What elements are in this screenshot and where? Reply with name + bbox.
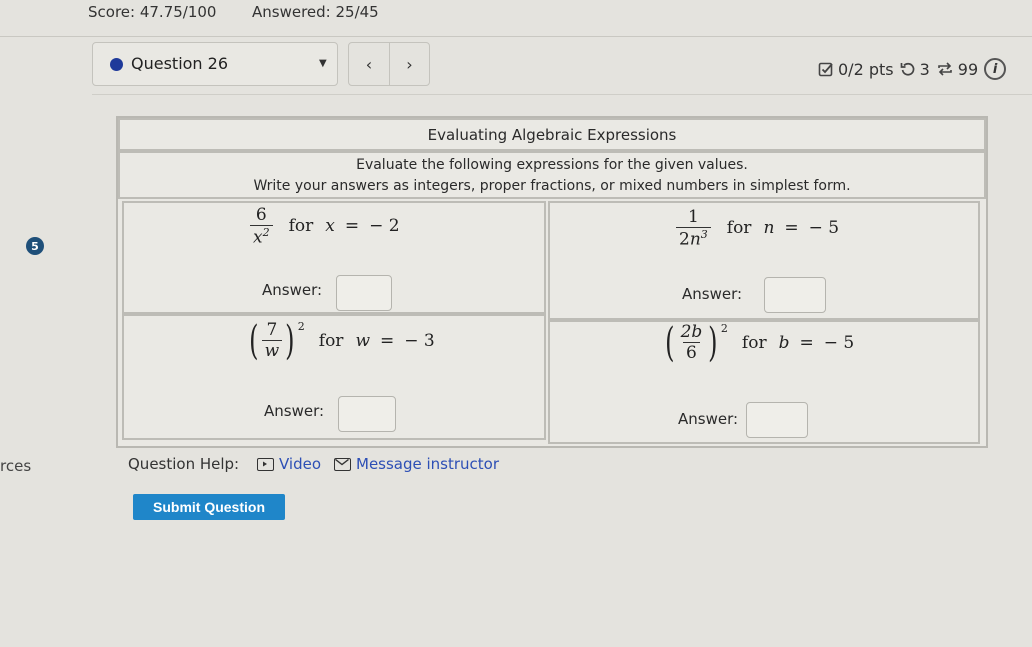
expression-3: ( 7w ) 2 for w = − 3 — [249, 317, 435, 364]
chevron-right-icon: › — [406, 54, 413, 74]
divider — [0, 36, 1032, 37]
next-question-button[interactable]: › — [388, 43, 429, 85]
video-link-label: Video — [279, 455, 322, 473]
for-word: for — [726, 218, 752, 239]
table-instructions: Evaluate the following expressions for t… — [118, 151, 986, 199]
instruction-line-2: Write your answers as integers, proper f… — [253, 178, 851, 194]
for-word: for — [741, 332, 767, 353]
answer-input-1[interactable] — [336, 275, 392, 311]
problem-cell-2: 1 2n3 for n = − 5 Answer: — [548, 201, 980, 320]
status-dot-icon — [110, 58, 123, 71]
points-text: 0/2 pts — [838, 59, 894, 79]
for-word: for — [318, 330, 344, 351]
answer-label: Answer: — [264, 402, 325, 420]
score-text: Score: 47.75/100 — [88, 3, 217, 21]
variable: n — [763, 218, 775, 239]
expression-2: 1 2n3 for n = − 5 — [676, 207, 839, 250]
attempts-count: 99 — [957, 59, 979, 79]
numerator: 2b — [680, 322, 703, 342]
problem-cell-1: 6 x2 for x = − 2 Answer: — [122, 201, 546, 314]
numerator: 7 — [266, 320, 278, 340]
exponent: 2 — [262, 226, 270, 239]
question-select[interactable]: Question 26 ▼ — [92, 42, 338, 86]
denominator: n — [689, 229, 701, 250]
caret-down-icon: ▼ — [319, 58, 327, 69]
answer-input-3[interactable] — [338, 396, 396, 432]
outer-exponent: 2 — [720, 322, 728, 335]
selected-question-label: Question 26 — [131, 54, 229, 73]
variable: b — [778, 332, 790, 353]
for-word: for — [288, 216, 314, 237]
variable: w — [355, 330, 370, 351]
table-title: Evaluating Algebraic Expressions — [118, 118, 986, 151]
prev-question-button[interactable]: ‹ — [349, 43, 389, 85]
given-value: − 5 — [823, 332, 855, 353]
info-icon[interactable]: i — [984, 58, 1007, 80]
answer-input-4[interactable] — [746, 402, 808, 438]
answer-label: Answer: — [678, 410, 739, 428]
numerator: 1 — [687, 207, 699, 227]
answer-input-2[interactable] — [764, 277, 826, 313]
step-badge: 5 — [26, 237, 44, 255]
given-value: − 3 — [404, 330, 435, 351]
question-nav-group: ‹ › — [348, 42, 430, 86]
retries-count: 3 — [919, 59, 930, 79]
given-value: − 2 — [369, 216, 400, 237]
points-stat: 0/2 pts — [818, 60, 894, 79]
problem-cell-4: ( 2b 6 ) 2 for b = − 5 Answer: — [548, 320, 980, 444]
denominator: w — [264, 341, 280, 361]
repeat-icon — [937, 62, 952, 76]
expression-4: ( 2b 6 ) 2 for b = − 5 — [665, 319, 855, 366]
instruction-line-1: Evaluate the following expressions for t… — [356, 157, 748, 173]
sidebar-resources-fragment[interactable]: rces — [0, 457, 31, 475]
question-stats: 0/2 pts 3 99 i — [818, 58, 1007, 80]
given-value: − 5 — [808, 218, 840, 239]
variable: x — [325, 216, 335, 237]
denominator: 6 — [686, 343, 697, 363]
exponent: 3 — [700, 228, 708, 241]
denominator: x — [253, 227, 263, 248]
video-icon — [257, 457, 274, 471]
mail-icon — [334, 457, 351, 471]
answered-count: Answered: 25/45 — [252, 3, 379, 21]
message-instructor-link[interactable]: Message instructor — [334, 455, 499, 473]
message-link-label: Message instructor — [356, 455, 500, 473]
checkbox-icon — [818, 62, 833, 77]
submit-question-button[interactable]: Submit Question — [133, 494, 285, 520]
outer-exponent: 2 — [297, 320, 305, 333]
attempts-stat: 99 — [936, 60, 978, 79]
denominator-coef: 2 — [679, 229, 690, 250]
retries-stat: 3 — [900, 60, 930, 79]
chevron-left-icon: ‹ — [365, 54, 373, 74]
numerator: 6 — [255, 205, 267, 225]
expression-1: 6 x2 for x = − 2 — [250, 205, 400, 248]
answer-label: Answer: — [682, 285, 743, 303]
problem-table: Evaluating Algebraic Expressions Evaluat… — [116, 116, 988, 448]
problem-cell-3: ( 7w ) 2 for w = − 3 Answer: — [122, 314, 546, 440]
divider — [92, 94, 1032, 95]
answer-label: Answer: — [262, 281, 323, 299]
question-help-label: Question Help: — [128, 455, 240, 473]
video-link[interactable]: Video — [257, 455, 321, 473]
retry-icon — [900, 62, 914, 76]
